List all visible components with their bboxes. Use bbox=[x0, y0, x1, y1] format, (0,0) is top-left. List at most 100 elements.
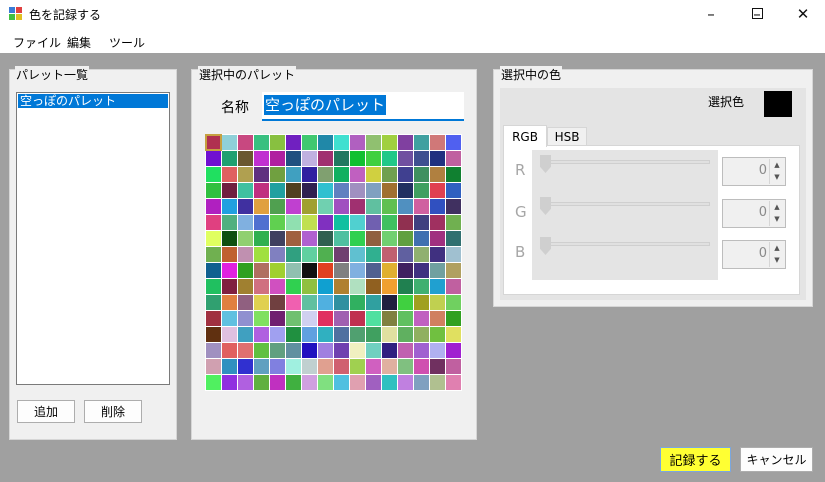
spin-up-icon[interactable]: ▲ bbox=[770, 242, 784, 254]
color-swatch[interactable] bbox=[334, 375, 349, 390]
color-swatch[interactable] bbox=[350, 359, 365, 374]
color-swatch[interactable] bbox=[430, 343, 445, 358]
color-swatch[interactable] bbox=[270, 311, 285, 326]
color-swatch[interactable] bbox=[446, 231, 461, 246]
color-swatch[interactable] bbox=[382, 343, 397, 358]
color-swatch[interactable] bbox=[302, 151, 317, 166]
color-swatch[interactable] bbox=[430, 375, 445, 390]
color-swatch[interactable] bbox=[222, 183, 237, 198]
color-swatch[interactable] bbox=[238, 231, 253, 246]
color-swatch[interactable] bbox=[398, 199, 413, 214]
color-swatch[interactable] bbox=[286, 359, 301, 374]
color-swatch[interactable] bbox=[334, 263, 349, 278]
color-swatch[interactable] bbox=[222, 327, 237, 342]
color-swatch[interactable] bbox=[270, 231, 285, 246]
color-swatch[interactable] bbox=[238, 135, 253, 150]
color-swatch[interactable] bbox=[286, 279, 301, 294]
color-swatch[interactable] bbox=[222, 215, 237, 230]
color-swatch[interactable] bbox=[254, 263, 269, 278]
color-swatch[interactable] bbox=[222, 343, 237, 358]
color-swatch[interactable] bbox=[302, 327, 317, 342]
color-swatch[interactable] bbox=[318, 359, 333, 374]
color-swatch[interactable] bbox=[270, 263, 285, 278]
color-swatch[interactable] bbox=[414, 183, 429, 198]
color-swatch[interactable] bbox=[382, 183, 397, 198]
color-swatch[interactable] bbox=[446, 151, 461, 166]
color-swatch[interactable] bbox=[206, 343, 221, 358]
color-swatch[interactable] bbox=[302, 359, 317, 374]
color-swatch[interactable] bbox=[286, 311, 301, 326]
color-swatch[interactable] bbox=[318, 279, 333, 294]
color-swatch[interactable] bbox=[382, 279, 397, 294]
color-swatch[interactable] bbox=[382, 247, 397, 262]
color-swatch[interactable] bbox=[206, 311, 221, 326]
color-swatch[interactable] bbox=[446, 247, 461, 262]
color-swatch[interactable] bbox=[334, 183, 349, 198]
color-swatch[interactable] bbox=[398, 263, 413, 278]
color-swatch[interactable] bbox=[446, 359, 461, 374]
color-swatch[interactable] bbox=[350, 183, 365, 198]
color-swatch[interactable] bbox=[222, 311, 237, 326]
color-swatch[interactable] bbox=[334, 135, 349, 150]
minimize-button[interactable]: – bbox=[688, 0, 734, 27]
color-swatch[interactable] bbox=[270, 135, 285, 150]
color-swatch[interactable] bbox=[334, 311, 349, 326]
color-swatch[interactable] bbox=[222, 135, 237, 150]
color-swatch[interactable] bbox=[318, 343, 333, 358]
numeric-input-b[interactable]: 0 ▲ ▼ bbox=[722, 240, 786, 269]
color-swatch[interactable] bbox=[286, 215, 301, 230]
color-swatch[interactable] bbox=[382, 263, 397, 278]
color-swatch[interactable] bbox=[446, 135, 461, 150]
color-swatch[interactable] bbox=[238, 183, 253, 198]
color-swatch[interactable] bbox=[430, 327, 445, 342]
color-swatch[interactable] bbox=[254, 327, 269, 342]
color-swatch[interactable] bbox=[286, 247, 301, 262]
color-swatch[interactable] bbox=[366, 343, 381, 358]
color-swatch[interactable] bbox=[206, 183, 221, 198]
color-swatch[interactable] bbox=[446, 199, 461, 214]
menu-tools[interactable]: ツール bbox=[109, 34, 145, 51]
color-swatch[interactable] bbox=[414, 247, 429, 262]
color-swatch[interactable] bbox=[318, 375, 333, 390]
color-swatch[interactable] bbox=[206, 359, 221, 374]
maximize-button[interactable] bbox=[734, 0, 780, 27]
color-swatch[interactable] bbox=[318, 311, 333, 326]
color-swatch[interactable] bbox=[382, 327, 397, 342]
color-swatch[interactable] bbox=[286, 343, 301, 358]
color-swatch[interactable] bbox=[366, 295, 381, 310]
save-button[interactable]: 記録する bbox=[660, 447, 731, 472]
color-swatch[interactable] bbox=[334, 247, 349, 262]
color-swatch[interactable] bbox=[302, 279, 317, 294]
color-swatch[interactable] bbox=[238, 167, 253, 182]
color-swatch[interactable] bbox=[446, 295, 461, 310]
color-swatch[interactable] bbox=[238, 199, 253, 214]
color-swatch[interactable] bbox=[430, 311, 445, 326]
color-swatch[interactable] bbox=[318, 327, 333, 342]
color-swatch[interactable] bbox=[222, 247, 237, 262]
color-swatch[interactable] bbox=[398, 151, 413, 166]
color-swatch[interactable] bbox=[270, 343, 285, 358]
color-swatch[interactable] bbox=[222, 295, 237, 310]
color-swatch[interactable] bbox=[350, 295, 365, 310]
color-swatch[interactable] bbox=[222, 231, 237, 246]
color-swatch[interactable] bbox=[430, 135, 445, 150]
color-swatch[interactable] bbox=[238, 359, 253, 374]
color-swatch[interactable] bbox=[286, 167, 301, 182]
color-swatch[interactable] bbox=[302, 183, 317, 198]
color-swatch[interactable] bbox=[286, 295, 301, 310]
menu-edit[interactable]: 編集 bbox=[67, 34, 91, 51]
color-swatch[interactable] bbox=[318, 167, 333, 182]
color-swatch[interactable] bbox=[302, 247, 317, 262]
color-swatch[interactable] bbox=[286, 151, 301, 166]
color-swatch[interactable] bbox=[430, 167, 445, 182]
color-swatch[interactable] bbox=[382, 295, 397, 310]
tab-rgb[interactable]: RGB bbox=[503, 125, 547, 147]
color-swatch[interactable] bbox=[382, 199, 397, 214]
color-swatch[interactable] bbox=[318, 263, 333, 278]
color-swatch[interactable] bbox=[334, 279, 349, 294]
color-swatch[interactable] bbox=[350, 231, 365, 246]
color-swatch[interactable] bbox=[318, 151, 333, 166]
color-swatch[interactable] bbox=[430, 183, 445, 198]
color-swatch[interactable] bbox=[350, 311, 365, 326]
color-swatch[interactable] bbox=[366, 327, 381, 342]
